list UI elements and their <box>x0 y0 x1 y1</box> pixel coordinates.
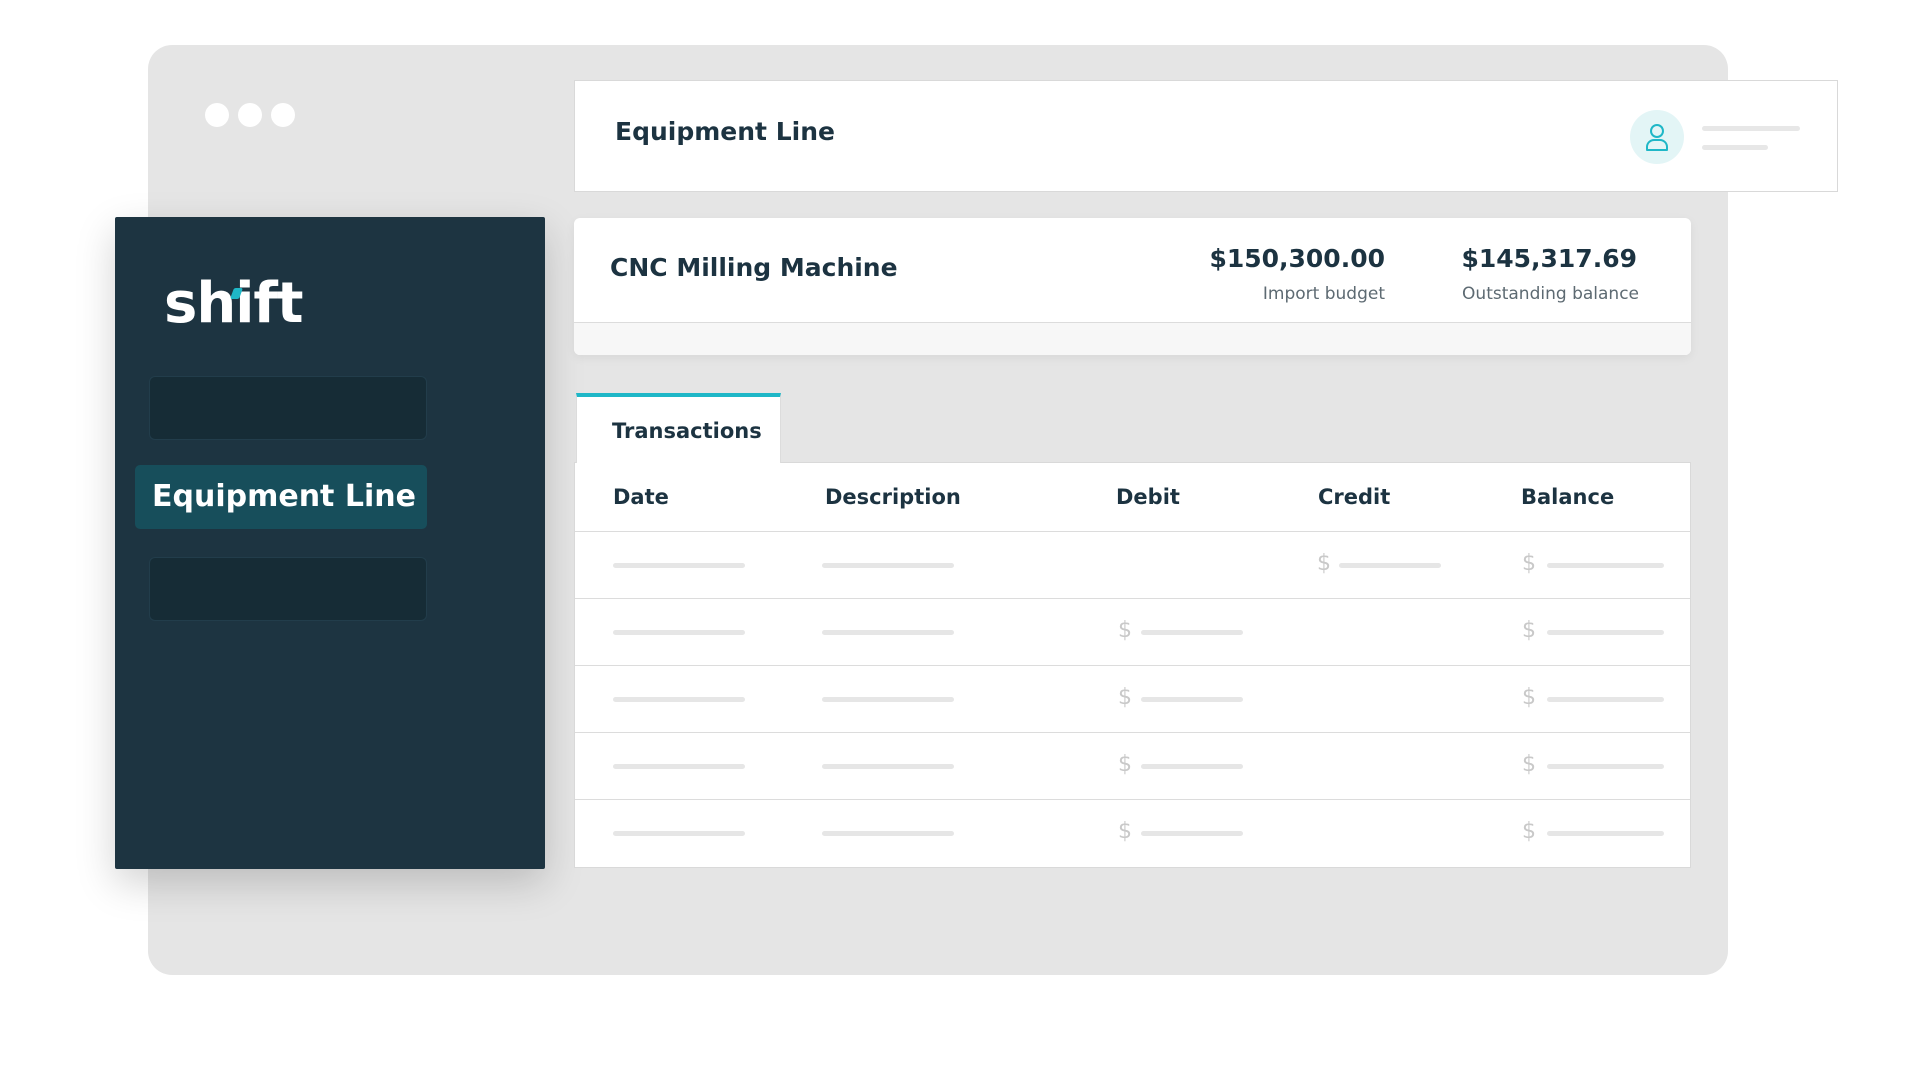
column-header-date[interactable]: Date <box>613 485 669 509</box>
window-dot-3 <box>271 103 295 127</box>
sidebar-item-placeholder-2[interactable] <box>149 557 427 621</box>
date-placeholder <box>613 831 745 836</box>
page-header: Equipment Line <box>574 80 1838 192</box>
table-row[interactable]: $ $ <box>575 598 1690 665</box>
transactions-table: Date Description Debit Credit Balance $ … <box>574 462 1691 868</box>
column-header-description[interactable]: Description <box>825 485 961 509</box>
currency-symbol: $ <box>1118 819 1132 844</box>
column-header-credit[interactable]: Credit <box>1318 485 1390 509</box>
debit-placeholder <box>1141 764 1243 769</box>
sidebar-item-placeholder-1[interactable] <box>149 376 427 440</box>
import-budget-label: Import budget <box>1262 284 1385 304</box>
sidebar: shift Equipment Line <box>115 217 545 869</box>
table-row[interactable]: $ $ <box>575 531 1690 598</box>
column-header-balance[interactable]: Balance <box>1521 485 1614 509</box>
tab-label: Transactions <box>612 419 762 443</box>
debit-placeholder <box>1141 697 1243 702</box>
currency-symbol: $ <box>1118 685 1132 710</box>
outstanding-balance-label: Outstanding balance <box>1462 284 1639 304</box>
currency-symbol: $ <box>1522 618 1536 643</box>
user-icon <box>1646 124 1668 151</box>
table-row[interactable]: $ $ <box>575 732 1690 799</box>
debit-placeholder <box>1141 831 1243 836</box>
user-name-placeholder <box>1702 126 1800 131</box>
balance-placeholder <box>1547 831 1664 836</box>
currency-symbol: $ <box>1522 752 1536 777</box>
user-role-placeholder <box>1702 145 1768 150</box>
table-row[interactable]: $ $ <box>575 799 1690 866</box>
balance-placeholder <box>1547 630 1664 635</box>
sidebar-item-equipment-line[interactable]: Equipment Line <box>135 465 427 529</box>
window-dot-2 <box>238 103 262 127</box>
description-placeholder <box>822 831 954 836</box>
date-placeholder <box>613 563 745 568</box>
currency-symbol: $ <box>1522 685 1536 710</box>
summary-card: CNC Milling Machine $150,300.00 Import b… <box>574 218 1691 355</box>
window-dot-1 <box>205 103 229 127</box>
debit-placeholder <box>1141 630 1243 635</box>
currency-symbol: $ <box>1522 551 1536 576</box>
date-placeholder <box>613 697 745 702</box>
date-placeholder <box>613 630 745 635</box>
currency-symbol: $ <box>1118 752 1132 777</box>
balance-placeholder <box>1547 697 1664 702</box>
credit-placeholder <box>1339 563 1441 568</box>
description-placeholder <box>822 764 954 769</box>
description-placeholder <box>822 563 954 568</box>
date-placeholder <box>613 764 745 769</box>
description-placeholder <box>822 630 954 635</box>
column-header-debit[interactable]: Debit <box>1116 485 1180 509</box>
table-row[interactable]: $ $ <box>575 665 1690 732</box>
tab-transactions[interactable]: Transactions <box>576 393 781 463</box>
balance-placeholder <box>1547 563 1664 568</box>
shift-logo[interactable]: shift <box>164 276 304 332</box>
currency-symbol: $ <box>1522 819 1536 844</box>
import-budget-value: $150,300.00 <box>1209 244 1385 273</box>
balance-placeholder <box>1547 764 1664 769</box>
user-avatar[interactable] <box>1630 110 1684 164</box>
currency-symbol: $ <box>1317 551 1331 576</box>
currency-symbol: $ <box>1118 618 1132 643</box>
page-title: Equipment Line <box>615 117 835 146</box>
outstanding-balance-value: $145,317.69 <box>1461 244 1637 273</box>
summary-title: CNC Milling Machine <box>610 253 898 282</box>
description-placeholder <box>822 697 954 702</box>
summary-footer-strip <box>574 322 1691 355</box>
